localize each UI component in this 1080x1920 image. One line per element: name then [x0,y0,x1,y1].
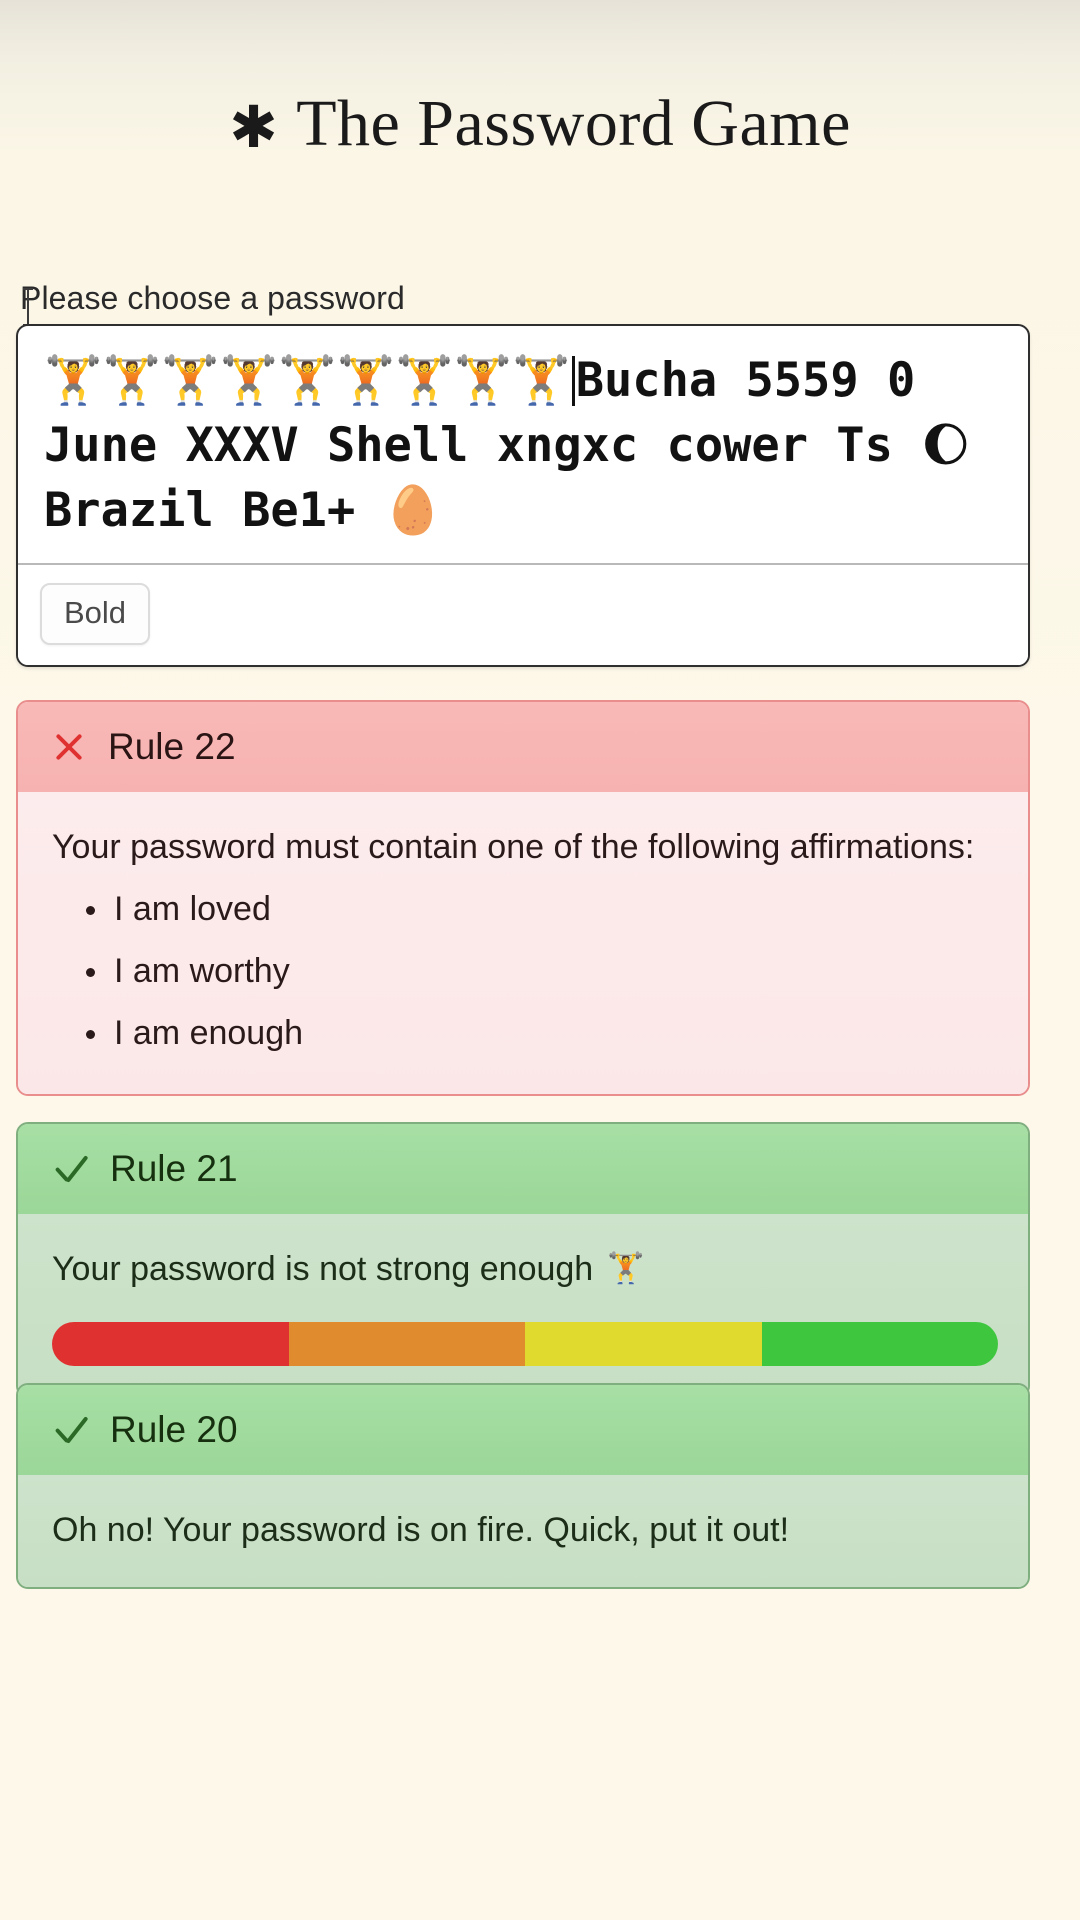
page-title-text: The Password Game [296,87,851,160]
strength-segment-2 [288,1322,525,1366]
rule-22-header: Rule 22 [18,702,1028,792]
rule-21-header: Rule 21 [18,1124,1028,1214]
list-item: I am enough [86,1002,998,1064]
x-icon [52,730,86,764]
rule-22-description: Your password must contain one of the fo… [52,828,975,866]
page-title: ✱ The Password Game [0,86,1080,162]
bold-button[interactable]: Bold [40,583,151,645]
list-item: I am loved [86,878,998,940]
rule-20-body: Oh no! Your password is on fire. Quick, … [18,1475,1028,1587]
affirmations-list: I am loved I am worthy I am enough [52,878,998,1064]
password-text-part-1: Bucha [575,353,718,408]
strength-segment-4 [761,1322,998,1366]
password-weightlifter-emojis: 🏋️🏋️🏋️🏋️🏋️🏋️🏋️🏋️🏋️ [44,353,571,408]
password-editor[interactable]: 🏋️🏋️🏋️🏋️🏋️🏋️🏋️🏋️🏋️ Bucha 5559 0 June XXXV… [16,324,1030,667]
rule-21-title: Rule 21 [110,1148,238,1189]
editor-toolbar: Bold [18,563,1028,665]
rule-22-title: Rule 22 [108,726,236,767]
weightlifter-emoji: 🏋️ [607,1251,645,1286]
password-prompt-label: Please choose a password [20,280,405,316]
check-icon [52,1413,88,1447]
rule-22-body: Your password must contain one of the fo… [18,792,1028,1094]
rule-card-22: Rule 22 Your password must contain one o… [16,700,1030,1096]
password-value: 🏋️🏋️🏋️🏋️🏋️🏋️🏋️🏋️🏋️ Bucha 5559 0 June XXXV… [44,348,1002,543]
rule-20-header: Rule 20 [18,1385,1028,1475]
rule-card-20: Rule 20 Oh no! Your password is on fire.… [16,1383,1030,1589]
caret-icon [571,356,575,406]
rule-20-description: Oh no! Your password is on fire. Quick, … [52,1511,790,1549]
rule-21-body: Your password is not strong enough 🏋️ [18,1214,1028,1396]
egg-emoji: 🥚 [383,483,443,538]
strength-segment-1 [52,1322,289,1366]
rule-21-description: Your password is not strong enough [52,1250,594,1288]
page-header: ✱ The Password Game [0,0,1080,162]
asterisk-icon: ✱ [229,93,279,161]
strength-segment-3 [525,1322,762,1366]
password-strength-meter [52,1322,998,1366]
rule-20-title: Rule 20 [110,1409,238,1450]
list-item: I am worthy [86,940,998,1002]
password-strength-label: Your password is not strong enough 🏋️ [52,1242,998,1296]
password-input[interactable]: 🏋️🏋️🏋️🏋️🏋️🏋️🏋️🏋️🏋️ Bucha 5559 0 June XXXV… [18,326,1028,563]
rule-card-21: Rule 21 Your password is not strong enou… [16,1122,1030,1398]
password-text-part-3: cower Ts [666,418,922,473]
check-icon [52,1152,88,1186]
moon-emoji: 🌔 [921,418,971,473]
